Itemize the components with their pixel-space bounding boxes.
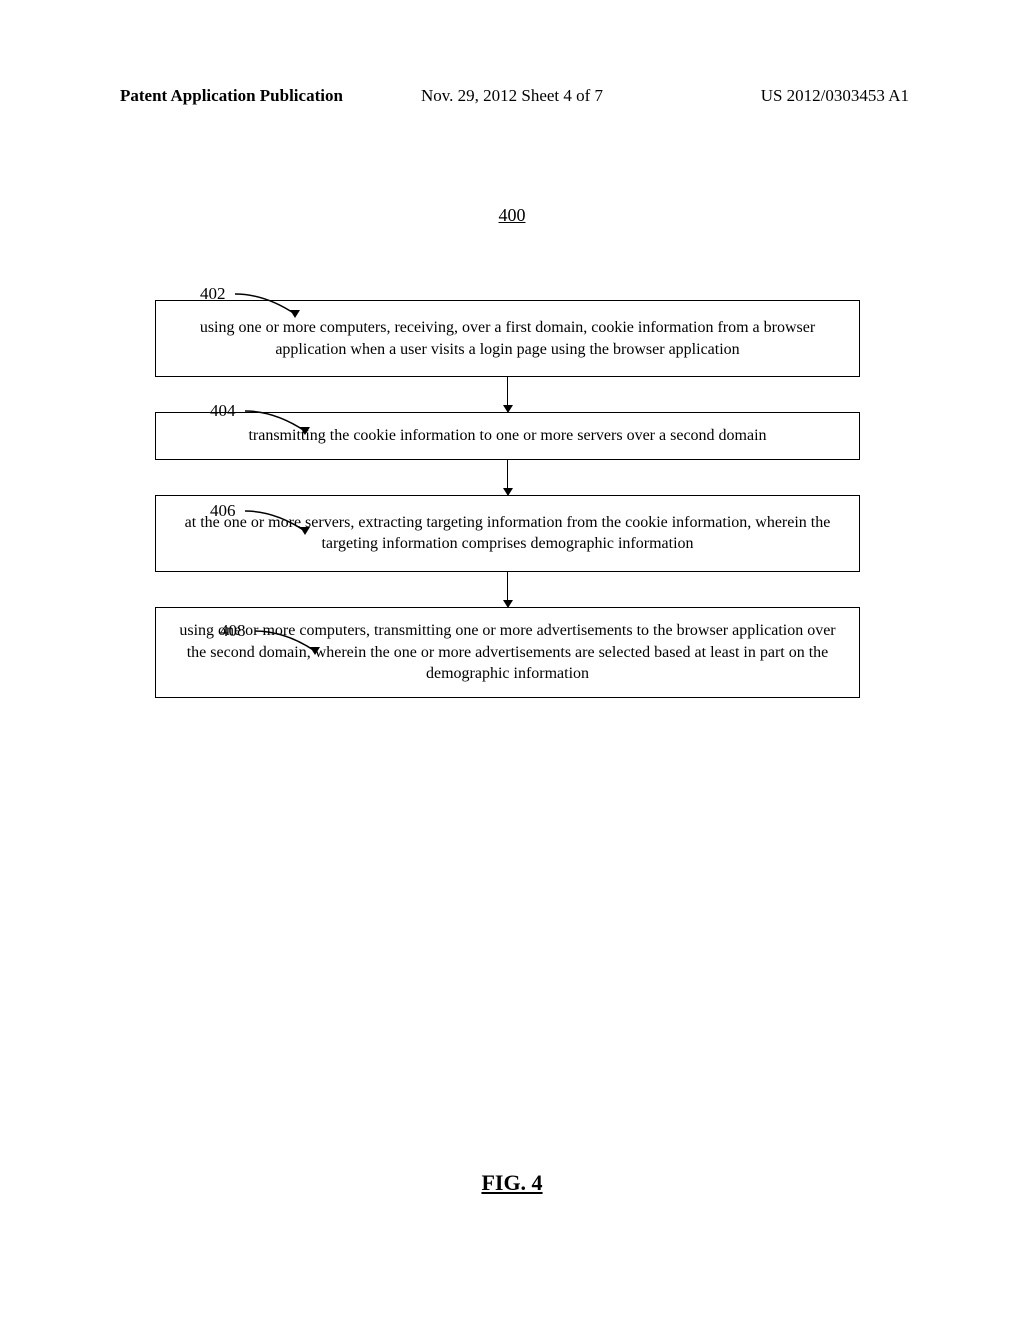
header-publication: Patent Application Publication <box>120 86 343 106</box>
label-arrowhead-404 <box>300 427 310 435</box>
flow-arrow-2 <box>507 460 508 495</box>
step-text-402: using one or more computers, receiving, … <box>200 319 815 358</box>
step-text-404: transmitting the cookie information to o… <box>248 427 766 444</box>
flow-arrow-1 <box>507 377 508 412</box>
label-arrowhead-402 <box>290 310 300 318</box>
step-label-402: 402 <box>200 284 226 304</box>
page-header: Patent Application Publication Nov. 29, … <box>0 86 1024 106</box>
step-label-404: 404 <box>210 401 236 421</box>
flow-arrow-3 <box>507 572 508 607</box>
step-label-408: 408 <box>220 621 246 641</box>
header-patent-number: US 2012/0303453 A1 <box>761 86 909 106</box>
label-arrowhead-406 <box>300 527 310 535</box>
header-sheet-info: Nov. 29, 2012 Sheet 4 of 7 <box>421 86 603 106</box>
figure-title: FIG. 4 <box>481 1170 542 1196</box>
flowchart-diagram: 402 using one or more computers, receivi… <box>155 300 860 698</box>
label-arrowhead-408 <box>310 647 320 655</box>
step-label-406: 406 <box>210 501 236 521</box>
figure-number: 400 <box>499 205 526 226</box>
